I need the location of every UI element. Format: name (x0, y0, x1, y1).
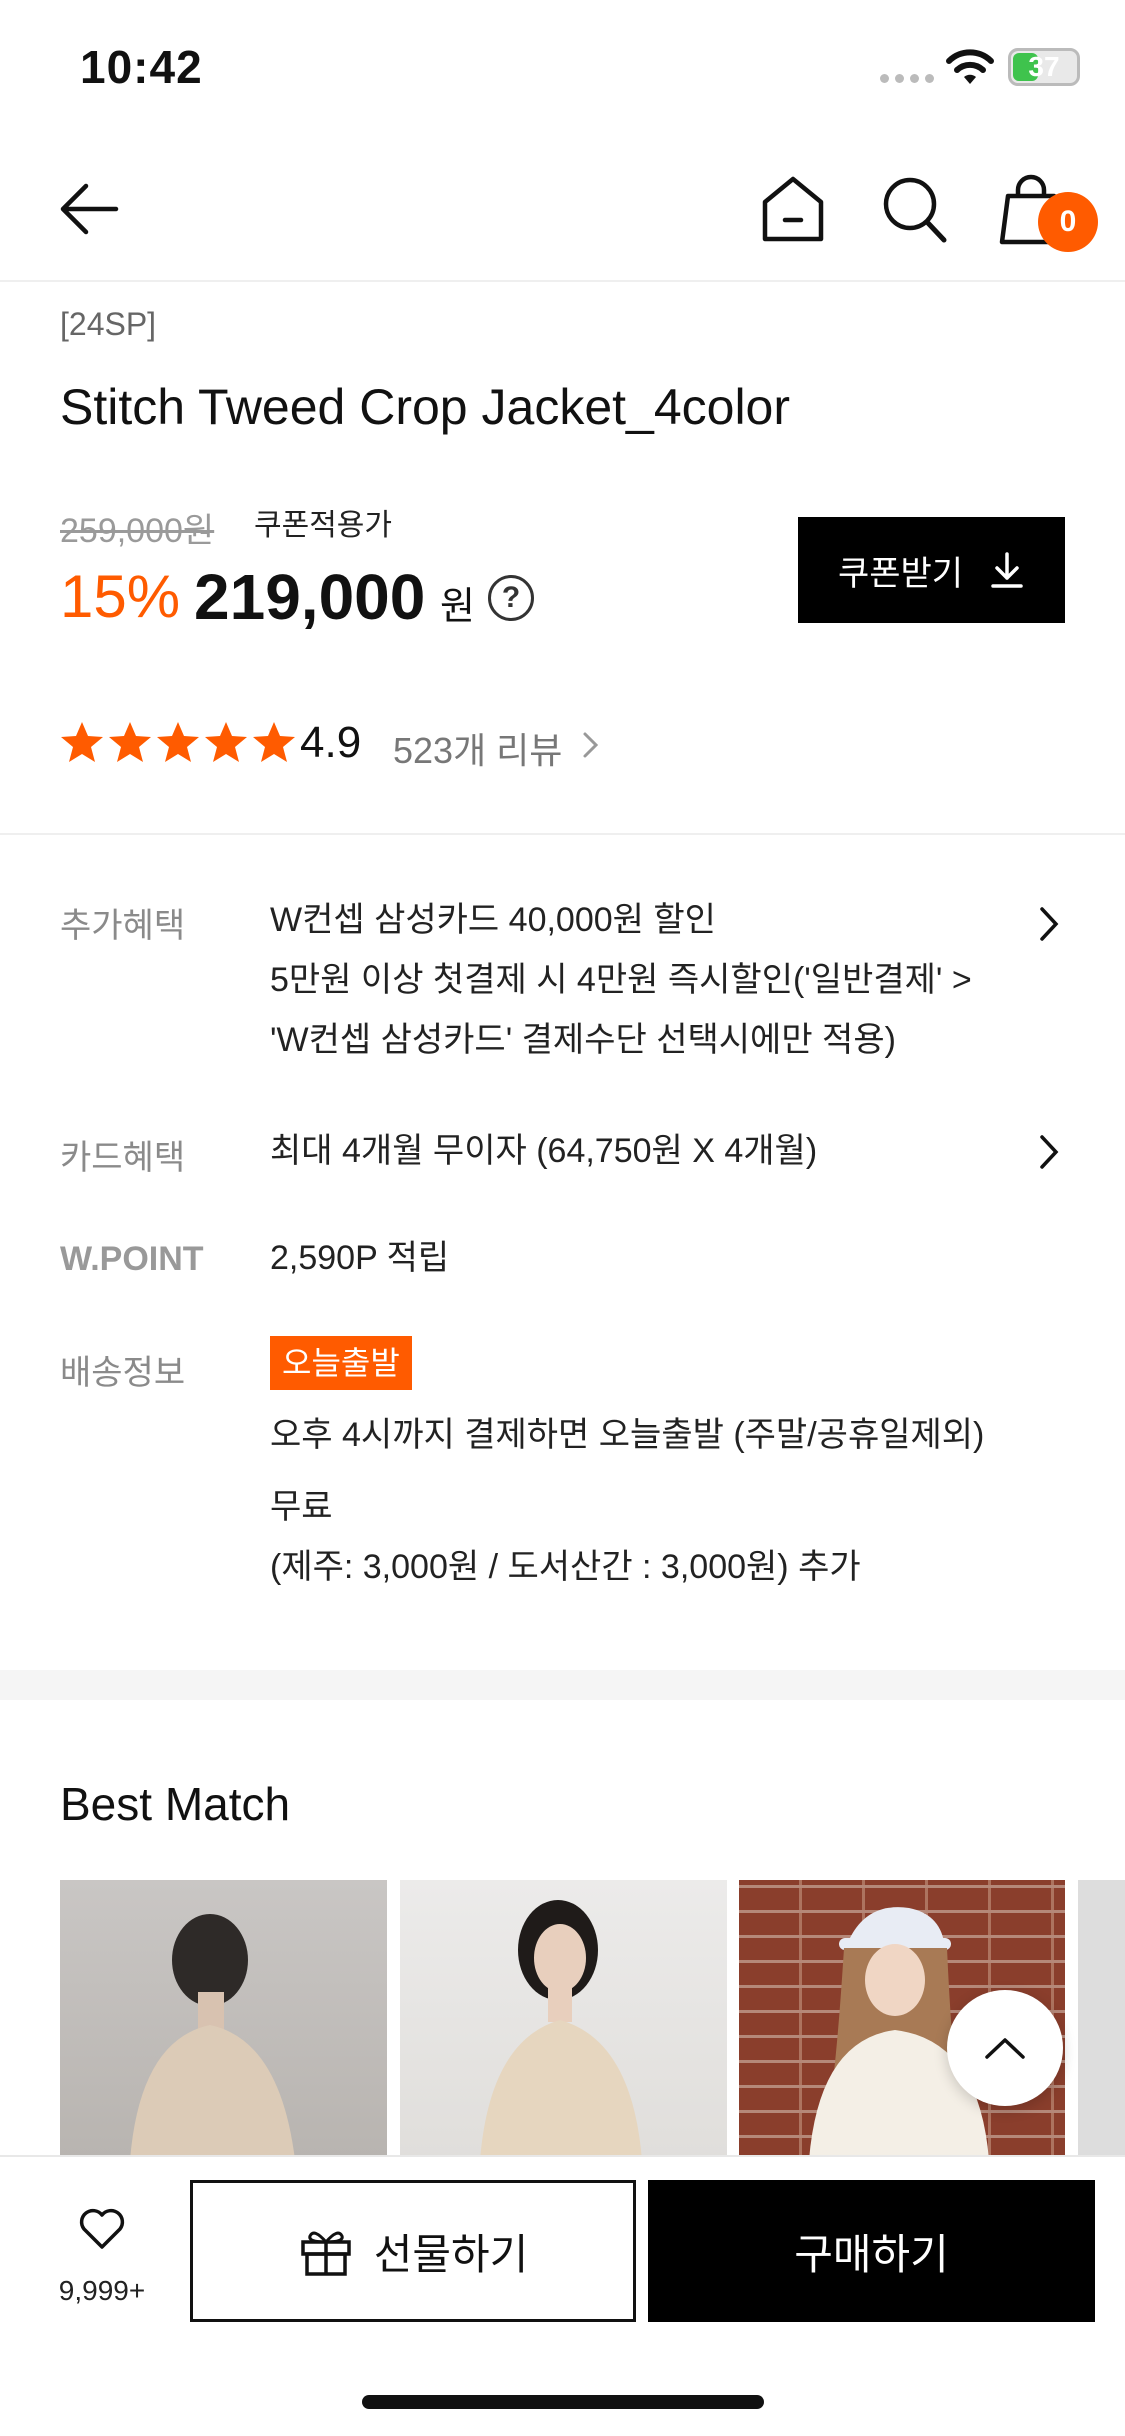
star-icon (205, 722, 247, 762)
coupon-download-button[interactable]: 쿠폰받기 (798, 517, 1065, 623)
status-time: 10:42 (80, 41, 203, 93)
extra-benefit-text[interactable]: W컨셉 삼성카드 40,000원 할인 5만원 이상 첫결제 시 4만원 즉시할… (270, 890, 972, 1070)
search-icon[interactable] (880, 174, 948, 244)
chevron-right-icon[interactable] (1038, 905, 1060, 943)
heart-icon[interactable] (78, 2207, 126, 2251)
chevron-up-icon (985, 2038, 1025, 2059)
scroll-to-top-button[interactable] (947, 1990, 1063, 2106)
model-photo (480, 1900, 642, 2160)
discount-rate: 15% (60, 563, 181, 630)
extra-benefit-line: 'W컨셉 삼성카드' 결제수단 선택시에만 적용) (270, 1021, 896, 1059)
shipping-fee: 무료 (제주: 3,000원 / 도서산간 : 3,000원) 추가 (270, 1477, 861, 1597)
shipping-line: 무료 (270, 1488, 333, 1526)
card-benefit-text[interactable]: 최대 4개월 무이자 (64,750원 X 4개월) (270, 1121, 817, 1181)
coupon-button-label: 쿠폰받기 (837, 554, 964, 593)
product-title: Stitch Tweed Crop Jacket_4color (60, 379, 791, 435)
chevron-right-icon[interactable] (580, 730, 602, 760)
product-thumbnail[interactable] (60, 1880, 387, 2160)
rating-value: 4.9 (300, 718, 362, 767)
wpoint-text: 2,590P 적립 (270, 1239, 450, 1277)
star-icon (61, 722, 103, 762)
extra-benefit-line: 5만원 이상 첫결제 시 4만원 즉시할인('일반결제' > (270, 961, 972, 999)
shipping-text: 오후 4시까지 결제하면 오늘출발 (주말/공휴일제외) (270, 1405, 984, 1465)
shipping-line: 오후 4시까지 결제하면 오늘출발 (주말/공휴일제외) (270, 1416, 985, 1454)
extra-benefit-label: 추가혜택 (60, 907, 186, 945)
download-icon (991, 552, 1023, 588)
home-icon[interactable] (760, 174, 826, 244)
buy-button[interactable]: 구매하기 (648, 2180, 1095, 2322)
product-thumbnail[interactable] (1078, 1880, 1125, 2160)
shipping-label: 배송정보 (60, 1354, 186, 1392)
star-icon (157, 722, 199, 762)
divider (0, 833, 1125, 835)
product-thumbnail[interactable] (400, 1880, 727, 2160)
rating-stars (60, 720, 296, 764)
gift-button[interactable]: 선물하기 (190, 2180, 636, 2322)
wpoint-label: W.POINT (60, 1240, 204, 1278)
card-benefit-label: 카드혜택 (60, 1139, 186, 1177)
status-bar: 10:42 37 (0, 0, 1125, 140)
top-nav (0, 140, 1125, 282)
section-divider (0, 1670, 1125, 1700)
gift-icon (300, 2231, 351, 2276)
chevron-right-icon[interactable] (1038, 1133, 1060, 1171)
today-shipping-badge: 오늘출발 (270, 1336, 412, 1390)
home-indicator (362, 2395, 764, 2409)
original-price: 259,000원 (60, 512, 215, 550)
like-count: 9,999+ (58, 2275, 146, 2306)
gift-button-label: 선물하기 (373, 2230, 529, 2278)
signal-icon (880, 74, 934, 83)
back-arrow-icon[interactable] (56, 176, 122, 242)
bottom-action-bar: 9,999+ 선물하기 구매하기 (0, 2155, 1125, 2436)
shipping-line: (제주: 3,000원 / 도서산간 : 3,000원) 추가 (270, 1548, 861, 1586)
star-icon (109, 722, 151, 762)
sale-price: 219,000 (194, 561, 426, 633)
battery-icon: 37 (1008, 48, 1080, 86)
model-photo (130, 1914, 295, 2160)
battery-level: 37 (1028, 51, 1060, 82)
cart-count-badge: 0 (1038, 192, 1098, 252)
extra-benefit-line: W컨셉 삼성카드 40,000원 할인 (270, 901, 716, 939)
coupon-price-label: 쿠폰적용가 (254, 509, 392, 542)
currency-label: 원 (440, 586, 475, 628)
season-tag: [24SP] (60, 306, 157, 342)
best-match-title: Best Match (60, 1778, 291, 1830)
review-count-link[interactable]: 523개 리뷰 (393, 722, 562, 774)
price-help-icon[interactable]: ? (488, 575, 534, 621)
star-icon (253, 722, 295, 762)
wifi-icon (946, 49, 994, 84)
